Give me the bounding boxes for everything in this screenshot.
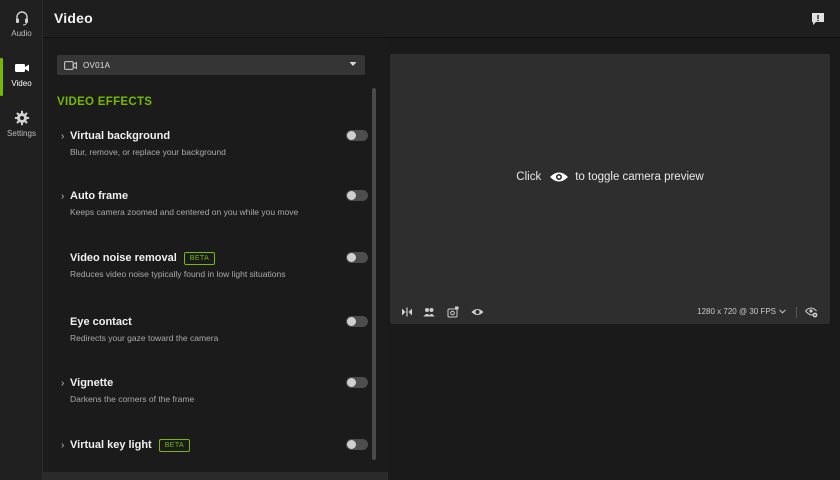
virtual-background-toggle[interactable] xyxy=(346,130,368,141)
resolution-value: 1280 x 720 @ 30 FPS xyxy=(697,307,776,316)
effect-description: Darkens the corners of the frame xyxy=(70,394,195,404)
vignette-toggle[interactable] xyxy=(346,377,368,388)
chevron-right-icon[interactable]: › xyxy=(61,131,70,142)
effect-vignette: › Vignette Darkens the corners of the fr… xyxy=(61,375,368,404)
sidebar: Audio Video Settings xyxy=(0,0,43,480)
toggle-knob xyxy=(347,317,356,326)
video-noise-removal-toggle[interactable] xyxy=(346,252,368,263)
eye-icon[interactable] xyxy=(549,171,569,183)
chevron-right-icon[interactable]: › xyxy=(61,440,70,451)
sidebar-item-video[interactable]: Video xyxy=(0,54,43,98)
horizontal-scrollbar[interactable] xyxy=(43,472,388,480)
resolution-selector[interactable]: 1280 x 720 @ 30 FPS xyxy=(697,307,786,316)
eye-icon[interactable] xyxy=(471,306,484,318)
beta-badge: BETA xyxy=(158,438,191,452)
chevron-right-icon[interactable]: › xyxy=(61,191,70,202)
preview-message-suffix: to toggle camera preview xyxy=(575,171,704,183)
caret-down-icon xyxy=(349,62,357,66)
chevron-down-icon xyxy=(779,309,786,314)
headset-icon xyxy=(15,11,28,26)
toggle-knob xyxy=(347,253,356,262)
virtual-key-light-toggle[interactable] xyxy=(346,439,368,450)
camera-device-value: OV01A xyxy=(83,60,111,70)
effect-description: Blur, remove, or replace your background xyxy=(70,147,226,157)
effect-description: Reduces video noise typically found in l… xyxy=(70,269,286,279)
mirror-icon[interactable] xyxy=(401,306,413,318)
effect-name: Vignette xyxy=(70,377,114,389)
auto-frame-toggle[interactable] xyxy=(346,190,368,201)
toggle-knob xyxy=(347,378,356,387)
effect-auto-frame: › Auto frame Keeps camera zoomed and cen… xyxy=(61,188,368,217)
toggle-knob xyxy=(347,131,356,140)
effect-video-noise-removal: Video noise removal BETA Reduces video n… xyxy=(61,250,368,279)
toolbar-divider xyxy=(796,307,797,318)
effects-panel: OV01A VIDEO EFFECTS › Virtual background… xyxy=(43,38,388,480)
sidebar-item-label: Video xyxy=(11,79,32,88)
preview-message-prefix: Click xyxy=(516,171,542,183)
effect-description: Redirects your gaze toward the camera xyxy=(70,333,219,343)
camera-settings-icon[interactable] xyxy=(805,306,818,318)
preview-message: Click to toggle camera preview xyxy=(390,171,830,183)
video-effects-heading: VIDEO EFFECTS xyxy=(57,96,153,108)
beta-badge: BETA xyxy=(183,251,216,265)
gear-icon xyxy=(14,110,29,126)
people-icon[interactable] xyxy=(423,306,435,318)
effect-name: Virtual background xyxy=(70,130,171,142)
header: Video xyxy=(43,0,840,38)
camera-outline-icon xyxy=(64,60,77,70)
camera-device-select[interactable]: OV01A xyxy=(57,55,365,75)
sidebar-item-settings[interactable]: Settings xyxy=(0,104,43,148)
page-title: Video xyxy=(54,10,93,26)
preview-toolbar: 1280 x 720 @ 30 FPS xyxy=(390,300,830,324)
effect-name: Auto frame xyxy=(70,190,129,202)
effect-virtual-background: › Virtual background Blur, remove, or re… xyxy=(61,128,368,157)
snapshot-icon[interactable] xyxy=(447,306,459,318)
video-camera-icon xyxy=(14,64,29,72)
toggle-knob xyxy=(347,440,356,449)
effect-eye-contact: Eye contact Redirects your gaze toward t… xyxy=(61,314,368,343)
effect-name: Eye contact xyxy=(70,316,132,328)
chevron-right-icon[interactable]: › xyxy=(61,378,70,389)
eye-contact-toggle[interactable] xyxy=(346,316,368,327)
effect-virtual-key-light: › Virtual key light BETA xyxy=(61,437,368,453)
sidebar-item-label: Audio xyxy=(11,29,32,38)
effect-description: Keeps camera zoomed and centered on you … xyxy=(70,207,299,217)
feedback-icon[interactable] xyxy=(811,12,825,26)
camera-preview: Click to toggle camera preview 1280 x 72… xyxy=(390,54,830,324)
effect-name: Video noise removal xyxy=(70,252,177,264)
scrollbar-thumb[interactable] xyxy=(372,88,376,460)
toggle-knob xyxy=(347,191,356,200)
sidebar-item-label: Settings xyxy=(7,129,36,138)
sidebar-item-audio[interactable]: Audio xyxy=(0,4,43,48)
effect-name: Virtual key light xyxy=(70,439,152,451)
